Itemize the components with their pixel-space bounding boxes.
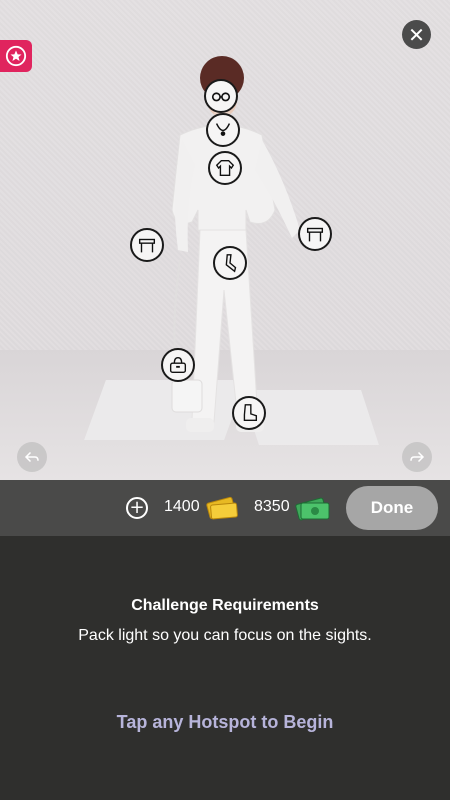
redo-button[interactable] [402, 442, 432, 472]
glasses-icon [211, 92, 231, 102]
ticket-count: 1400 [164, 498, 200, 515]
boot-icon [243, 404, 258, 422]
challenge-description: Pack light so you can focus on the sight… [78, 627, 372, 644]
hotspot-right-bracelet[interactable] [298, 217, 332, 251]
hotspot-boots[interactable] [232, 396, 266, 430]
bracelet-icon [306, 227, 324, 242]
challenge-star-icon[interactable] [0, 40, 32, 72]
dressing-stage: ✕ [0, 0, 450, 480]
cash-icon [295, 497, 330, 521]
hotspot-necklace[interactable] [206, 113, 240, 147]
redo-icon [410, 451, 425, 463]
hotspot-handbag[interactable] [161, 348, 195, 382]
handbag-icon [169, 356, 187, 374]
hotspot-left-bracelet[interactable] [130, 228, 164, 262]
bracelet-icon [138, 238, 156, 253]
close-icon: ✕ [408, 22, 425, 47]
plus-icon: + [129, 497, 145, 518]
challenge-title: Challenge Requirements [131, 597, 319, 614]
close-button[interactable]: ✕ [402, 20, 431, 49]
undo-icon [24, 451, 39, 463]
hotspot-glasses[interactable] [204, 79, 238, 113]
done-label: Done [370, 498, 414, 517]
undo-button[interactable] [17, 442, 47, 472]
avatar-model [171, 56, 300, 432]
sweater-icon [215, 159, 235, 177]
cash-count: 8350 [254, 498, 290, 515]
add-currency-button[interactable]: + [126, 497, 148, 519]
hotspot-top[interactable] [208, 151, 242, 185]
hotspot-pants[interactable] [213, 246, 247, 280]
done-button[interactable]: Done [346, 486, 438, 530]
hotspot-hint: Tap any Hotspot to Begin [116, 712, 334, 732]
challenge-panel [0, 536, 450, 800]
necklace-icon [215, 123, 231, 136]
legwear-icon [225, 254, 237, 273]
gold-ticket-icon [206, 496, 238, 520]
